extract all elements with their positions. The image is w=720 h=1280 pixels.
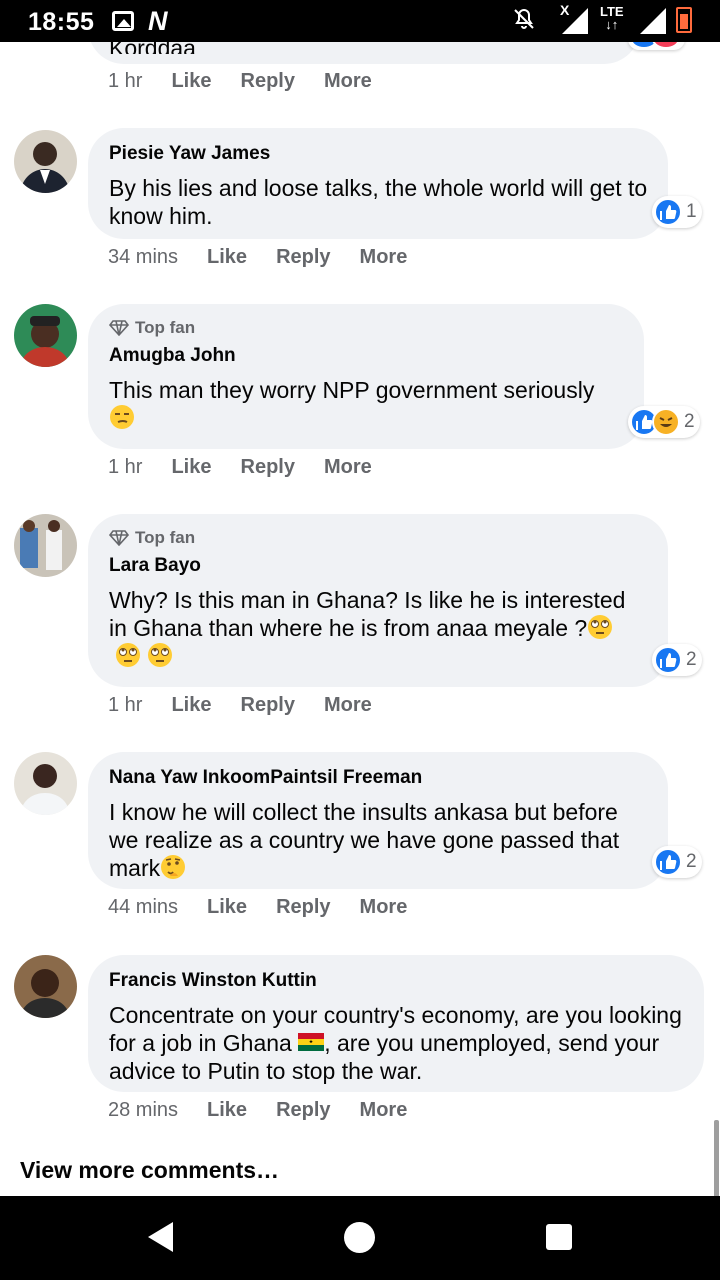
haha-reaction-icon [652,408,680,436]
mute-icon [512,7,536,37]
signal-strength-icon [640,8,666,34]
reply-button[interactable]: Reply [241,456,295,479]
reaction-count: 2 [686,649,697,670]
comment-time: 1 hr [108,694,143,716]
comment-author[interactable]: Nana Yaw InkoomPaintsil Freeman [109,766,648,790]
comment-actions: 1 hr Like Reply More [108,694,401,717]
ghana-flag-icon [298,1033,325,1051]
love-reaction-icon [652,42,680,49]
reply-button[interactable]: Reply [276,896,330,919]
back-icon[interactable] [148,1222,173,1252]
avatar[interactable] [14,130,77,193]
news-app-notification-icon: N [148,6,168,36]
comment-text: Concentrate on your country's economy, a… [109,1002,682,1084]
avatar[interactable] [14,304,77,367]
like-button[interactable]: Like [171,456,211,479]
rolling-eyes-emoji-icon [148,643,172,667]
like-reaction-icon [654,646,682,674]
comment-time: 44 mins [108,896,179,918]
top-fan-label: Top fan [135,528,196,547]
reaction-summary[interactable]: 2 [652,846,702,878]
comment-author[interactable]: Amugba John [109,344,624,368]
reaction-summary[interactable]: 2 [628,406,700,438]
comment-author[interactable]: Piesie Yaw James [109,142,648,166]
comment-author[interactable]: Francis Winston Kuttin [109,969,684,993]
comment-time: 1 hr [108,456,143,478]
comment-time: 1 hr [108,70,143,92]
view-more-comments-link[interactable]: View more comments… [20,1157,279,1184]
comment-time: 28 mins [108,1099,179,1121]
like-button[interactable]: Like [207,1099,247,1122]
status-time: 18:55 [28,8,95,36]
comment-bubble[interactable]: Piesie Yaw James By his lies and loose t… [88,128,668,239]
avatar[interactable] [14,752,77,815]
comment-bubble[interactable]: Korddaa [88,42,640,64]
reaction-count: 2 [684,411,695,432]
reaction-summary[interactable]: 2 [652,644,702,676]
diamond-icon [109,320,129,336]
more-button[interactable]: More [324,70,372,93]
comment-text: Why? Is this man in Ghana? Is like he is… [109,586,639,670]
comment-text: I know he will collect the insults ankas… [109,799,620,881]
reaction-summary[interactable] [628,42,685,50]
comment-bubble[interactable]: Francis Winston Kuttin Concentrate on yo… [88,955,704,1092]
like-button[interactable]: Like [171,694,211,717]
scrollbar[interactable] [714,1120,719,1196]
comment-bubble[interactable]: Top fan Lara Bayo Why? Is this man in Gh… [88,514,668,687]
lte-indicator: LTE ↓↑ [600,4,624,32]
comment-bubble[interactable]: Nana Yaw InkoomPaintsil Freeman I know h… [88,752,668,889]
navigation-bar [0,1196,720,1280]
comment-text: Korddaa [109,42,620,54]
comment-actions: 1 hr Like Reply More [108,70,401,93]
gallery-notification-icon [112,11,134,31]
more-button[interactable]: More [324,694,372,717]
reply-button[interactable]: Reply [276,246,330,269]
thinking-emoji-icon [161,855,186,879]
like-button[interactable]: Like [207,246,247,269]
comment-text: This man they worry NPP government serio… [109,376,619,432]
like-button[interactable]: Like [207,896,247,919]
comment-text: By his lies and loose talks, the whole w… [109,175,648,229]
like-reaction-icon [654,848,682,876]
home-icon[interactable] [344,1222,375,1253]
rolling-eyes-emoji-icon [588,615,613,639]
reaction-summary[interactable]: 1 [652,196,702,228]
comment-actions: 28 mins Like Reply More [108,1099,436,1122]
status-bar: 18:55 N X LTE ↓↑ [0,0,720,42]
comment-actions: 1 hr Like Reply More [108,456,401,479]
comment-actions: 44 mins Like Reply More [108,896,436,919]
reply-button[interactable]: Reply [276,1099,330,1122]
reply-button[interactable]: Reply [241,694,295,717]
more-button[interactable]: More [360,1099,408,1122]
more-button[interactable]: More [324,456,372,479]
recent-apps-icon[interactable] [546,1224,572,1250]
smirk-emoji-icon [110,405,134,429]
avatar[interactable] [14,955,77,1018]
top-fan-badge: Top fan [109,316,624,340]
comment-actions: 34 mins Like Reply More [108,246,436,269]
battery-icon [676,7,692,33]
no-signal-mark: X [560,2,570,18]
reply-button[interactable]: Reply [241,70,295,93]
more-button[interactable]: More [360,246,408,269]
more-button[interactable]: More [360,896,408,919]
like-button[interactable]: Like [171,70,211,93]
comment-bubble[interactable]: Top fan Amugba John This man they worry … [88,304,644,449]
reaction-count: 1 [686,201,697,222]
like-reaction-icon [654,198,682,226]
reaction-count: 2 [686,851,697,872]
rolling-eyes-emoji-icon [116,643,140,667]
top-fan-label: Top fan [135,318,196,337]
diamond-icon [109,530,129,546]
comment-time: 34 mins [108,246,179,268]
comment-author[interactable]: Lara Bayo [109,554,648,578]
top-fan-badge: Top fan [109,526,648,550]
avatar[interactable] [14,514,77,577]
comment-feed[interactable]: Korddaa 1 hr Like Reply More Piesie Yaw … [0,42,720,1196]
